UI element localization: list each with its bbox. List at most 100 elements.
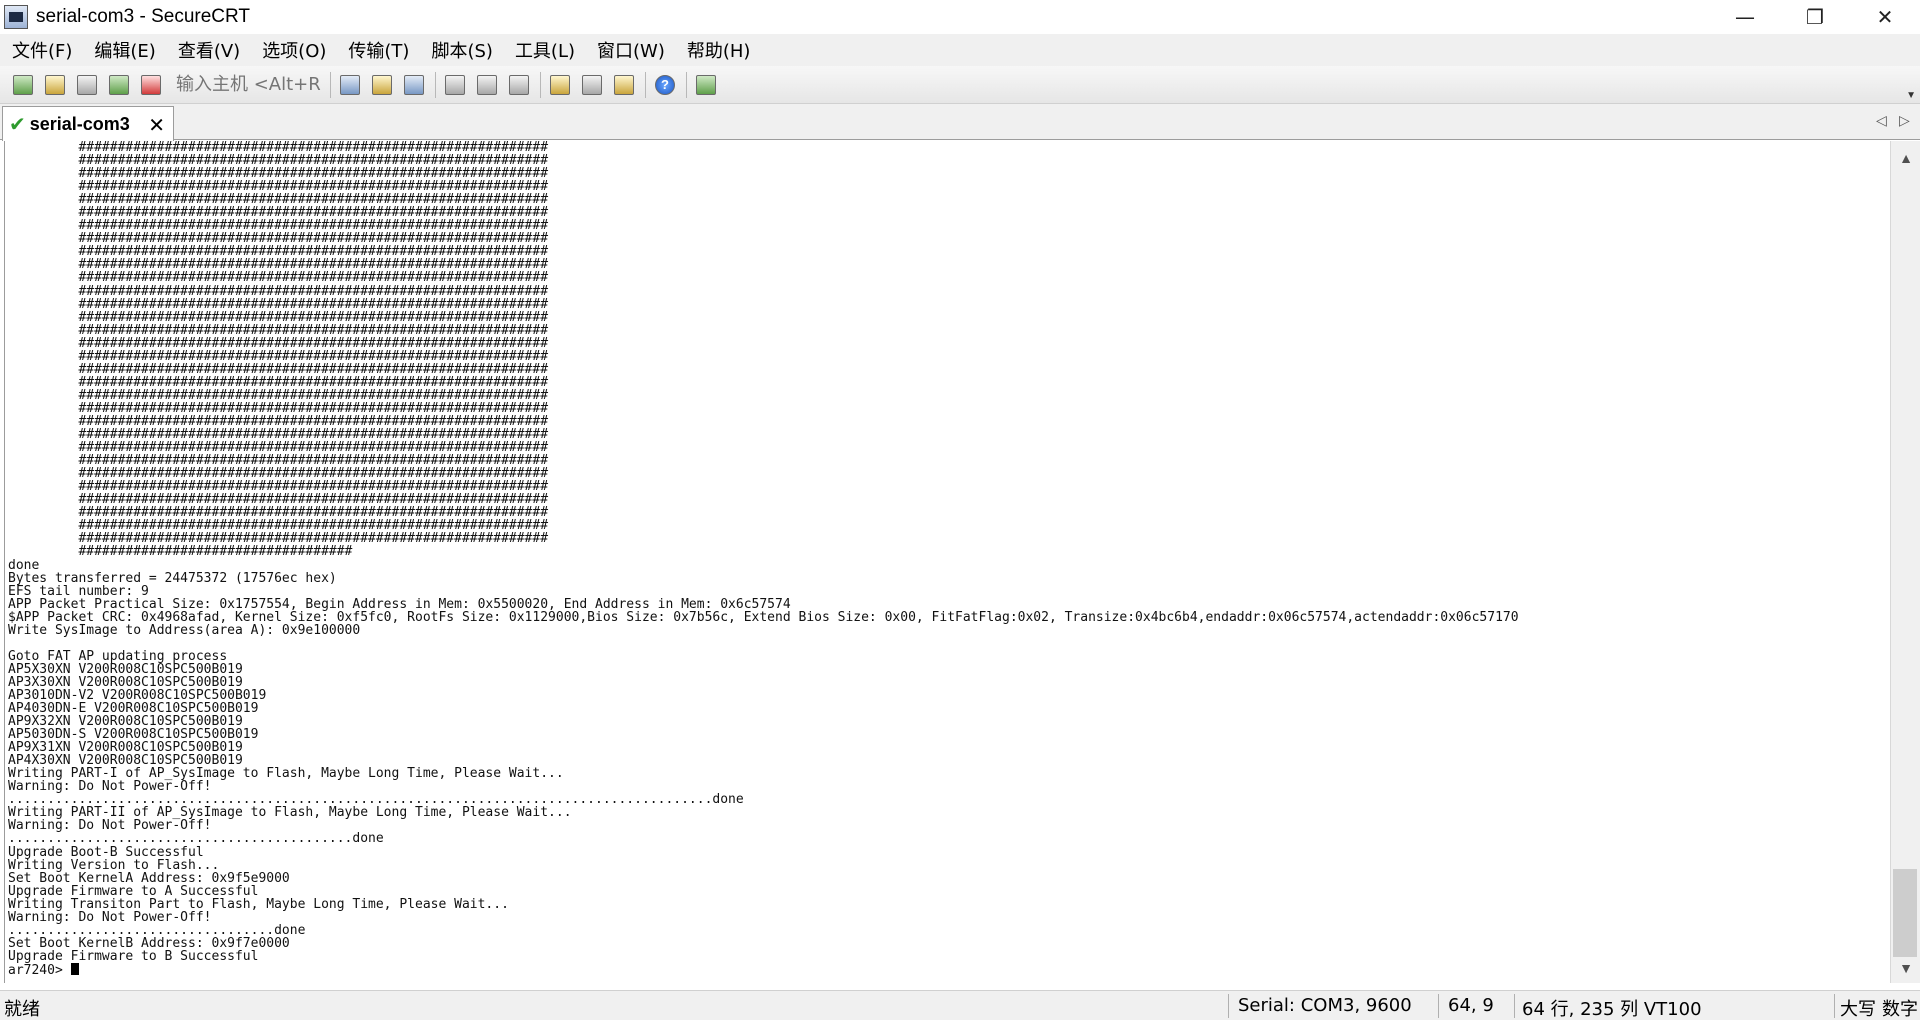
print-selection-button[interactable]: [474, 72, 500, 98]
toolbar-separator: [686, 71, 687, 98]
connect-in-tab-icon: [77, 74, 97, 95]
menu-window[interactable]: 窗口(W): [593, 35, 669, 65]
quick-connect-button[interactable]: [42, 72, 68, 98]
menu-options[interactable]: 选项(O): [258, 35, 330, 65]
toolbar-separator: [540, 71, 541, 98]
vertical-scrollbar[interactable]: ▲ ▼: [1890, 141, 1920, 983]
reconnect-button[interactable]: [106, 72, 132, 98]
securecrt-app-icon[interactable]: [4, 5, 28, 29]
menu-edit[interactable]: 编辑(E): [90, 35, 159, 65]
menu-transfer[interactable]: 传输(T): [344, 35, 413, 65]
status-ready: 就绪: [4, 999, 40, 1020]
copy-button[interactable]: [337, 72, 363, 98]
terminal-line: done: [8, 557, 40, 573]
menu-tools[interactable]: 工具(L): [511, 35, 579, 65]
disconnect-icon: [141, 74, 161, 95]
connect-icon: [13, 74, 33, 95]
print-icon: [509, 74, 529, 95]
tab-scroll-right-icon[interactable]: ▷: [1899, 112, 1910, 129]
terminal-line: ###################################: [8, 544, 353, 560]
tab-close-icon[interactable]: ✕: [148, 113, 165, 137]
terminal-line: Writing Transiton Part to Flash, Maybe L…: [8, 896, 509, 912]
tab-scroll-left-icon[interactable]: ◁: [1876, 112, 1887, 129]
connect-button[interactable]: [10, 72, 36, 98]
print-screen-icon: [445, 74, 465, 95]
print-button[interactable]: [506, 72, 532, 98]
disconnect-button[interactable]: [138, 72, 164, 98]
terminal-line: ........................................…: [8, 831, 384, 847]
terminal-line: ########################################…: [8, 374, 549, 390]
toolbar-separator: [330, 71, 331, 98]
toolbar: ? ▼: [0, 66, 1920, 104]
title-bar: serial-com3 - SecureCRT — ❐ ✕: [0, 0, 1920, 34]
status-caps: 大写: [1840, 999, 1876, 1020]
menu-view[interactable]: 查看(V): [174, 35, 244, 65]
terminal-output: ########################################…: [8, 141, 1519, 977]
status-separator: [1514, 994, 1515, 1018]
terminal-line: ########################################…: [8, 387, 549, 403]
scrollbar-thumb[interactable]: [1893, 869, 1917, 957]
status-separator: [1438, 994, 1439, 1018]
host-input[interactable]: [174, 71, 322, 98]
terminal-line: Warning: Do Not Power-Off!: [8, 909, 212, 925]
terminal-line: ..................................done: [8, 922, 306, 938]
close-window-button[interactable]: ✕: [1850, 0, 1920, 34]
terminal-line: Upgrade Firmware to B Successful: [8, 948, 259, 964]
find-icon: [404, 74, 424, 95]
terminal-cursor: [70, 962, 79, 975]
status-separator: [1228, 994, 1229, 1018]
menu-script[interactable]: 脚本(S): [427, 35, 496, 65]
session-options-button[interactable]: [547, 72, 573, 98]
print-screen-button[interactable]: [442, 72, 468, 98]
terminal-line: Writing PART-I of AP_SysImage to Flash, …: [8, 766, 564, 782]
terminal-prompt-line: ar7240>: [8, 962, 1519, 978]
status-connection: Serial: COM3, 9600: [1238, 995, 1412, 1016]
terminal-line: Goto FAT AP updating process: [8, 648, 228, 664]
restore-button[interactable]: ❐: [1780, 0, 1850, 34]
copy-icon: [340, 74, 360, 95]
toolbar-separator: [435, 71, 436, 98]
window-title: serial-com3 - SecureCRT: [36, 6, 250, 27]
quick-connect-icon: [45, 74, 65, 95]
toolbar-separator: [645, 71, 646, 98]
terminal-line: Set Boot KernelA Address: 0x9f5e9000: [8, 870, 290, 886]
help-icon: ?: [655, 74, 675, 95]
scroll-down-icon[interactable]: ▼: [1891, 955, 1920, 981]
find-button[interactable]: [401, 72, 427, 98]
tab-bar: ✔ serial-com3 ✕ ◁ ▷: [0, 104, 1920, 141]
screen-button[interactable]: [693, 72, 719, 98]
terminal-line: Upgrade Boot-B Successful: [8, 844, 204, 860]
terminal-line: Upgrade Firmware to A Successful: [8, 883, 259, 899]
terminal-line: Write SysImage to Address(area A): 0x9e1…: [8, 622, 361, 638]
status-cursor-position: 64, 9: [1448, 995, 1494, 1016]
tab-label: serial-com3: [29, 113, 130, 134]
status-separator: [1834, 994, 1835, 1018]
terminal-view[interactable]: ########################################…: [4, 141, 1890, 983]
terminal-line: ########################################…: [8, 296, 549, 312]
minimize-button[interactable]: —: [1710, 0, 1780, 34]
toolbar-overflow-icon[interactable]: ▼: [1906, 90, 1916, 101]
menu-help[interactable]: 帮助(H): [683, 35, 755, 65]
paste-button[interactable]: [369, 72, 395, 98]
terminal-line: Bytes transferred = 24475372 (17576ec he…: [8, 570, 337, 586]
tab-serial-com3[interactable]: ✔ serial-com3 ✕: [2, 106, 174, 141]
reconnect-icon: [109, 74, 129, 95]
session-options-icon: [550, 74, 570, 95]
print-selection-icon: [477, 74, 497, 95]
terminal-prompt: ar7240>: [8, 962, 71, 978]
terminal-line: ########################################…: [8, 270, 549, 286]
menu-file[interactable]: 文件(F): [8, 35, 76, 65]
terminal-line: ########################################…: [8, 335, 549, 351]
help-button[interactable]: ?: [652, 72, 678, 98]
connected-check-icon: ✔: [9, 113, 26, 136]
scroll-up-icon[interactable]: ▲: [1891, 145, 1920, 171]
keymap-button[interactable]: [611, 72, 637, 98]
terminal-line: $APP Packet CRC: 0x4968afad, Kernel Size…: [8, 609, 1519, 625]
terminal-line: Writing Version to Flash...: [8, 857, 220, 873]
connect-in-tab-button[interactable]: [74, 72, 100, 98]
window-controls: — ❐ ✕: [1710, 0, 1920, 34]
global-options-button[interactable]: [579, 72, 605, 98]
global-options-icon: [582, 74, 602, 95]
terminal-line: ########################################…: [8, 361, 549, 377]
terminal-line: ########################################…: [8, 322, 549, 338]
